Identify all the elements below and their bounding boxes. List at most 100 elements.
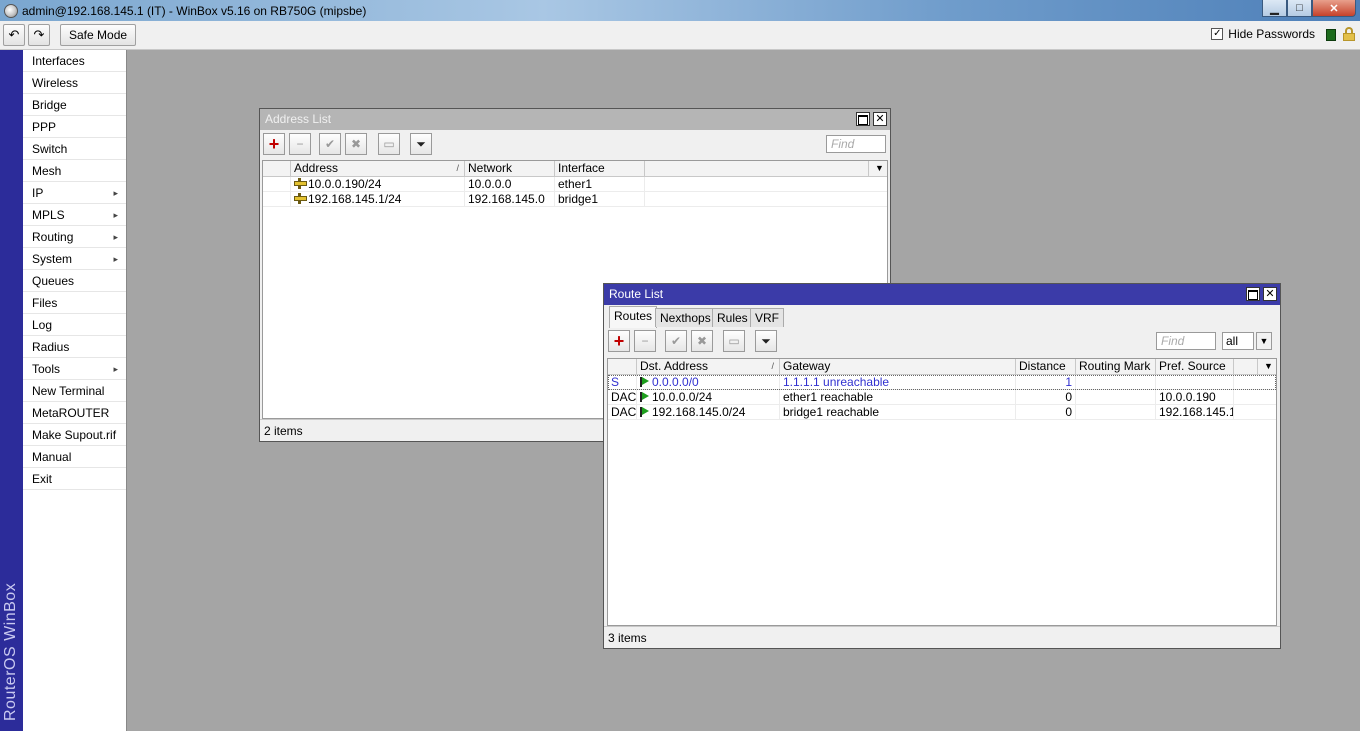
address-icon — [294, 193, 307, 204]
menu-item-radius[interactable]: Radius — [23, 336, 126, 358]
add-icon[interactable]: + — [608, 330, 630, 352]
menu-item-manual[interactable]: Manual — [23, 446, 126, 468]
column-gateway[interactable]: Gateway — [780, 359, 1016, 374]
side-menu: Interfaces Wireless Bridge PPP Switch Me… — [23, 50, 127, 731]
route-table: Dst. Address / Gateway Distance Routing M… — [607, 358, 1277, 626]
tab-rules[interactable]: Rules — [712, 308, 753, 327]
safe-mode-button[interactable]: Safe Mode — [60, 24, 137, 46]
menu-item-interfaces[interactable]: Interfaces — [23, 50, 126, 72]
submenu-arrow-icon: ▸ — [113, 254, 118, 264]
enable-icon[interactable]: ✔ — [665, 330, 687, 352]
menu-item-wireless[interactable]: Wireless — [23, 72, 126, 94]
main-toolbar: ↶ ↷ Safe Mode ✓ Hide Passwords — [0, 21, 1360, 50]
column-address[interactable]: Address / — [291, 161, 465, 176]
column-pref-source[interactable]: Pref. Source — [1156, 359, 1234, 374]
lock-icon — [1343, 27, 1355, 41]
column-interface[interactable]: Interface — [555, 161, 645, 176]
table-row[interactable]: 10.0.0.190/24 10.0.0.0 ether1 — [263, 177, 887, 192]
table-row[interactable]: 192.168.145.1/24 192.168.145.0 bridge1 — [263, 192, 887, 207]
hide-passwords-label: Hide Passwords — [1228, 27, 1315, 41]
status-bar: 3 items — [604, 626, 1280, 648]
remove-icon[interactable]: − — [289, 133, 311, 155]
table-row[interactable]: DAC 10.0.0.0/24 ether1 reachable 0 10.0.… — [608, 390, 1276, 405]
maximize-window-button[interactable] — [856, 112, 870, 126]
column-routing-mark[interactable]: Routing Mark — [1076, 359, 1156, 374]
table-header: Dst. Address / Gateway Distance Routing M… — [608, 359, 1276, 375]
winbox-app-icon — [4, 3, 18, 18]
column-dst-address[interactable]: Dst. Address / — [637, 359, 780, 374]
menu-item-queues[interactable]: Queues — [23, 270, 126, 292]
menu-item-files[interactable]: Files — [23, 292, 126, 314]
brand-bar: RouterOS WinBox — [0, 50, 23, 731]
undo-button[interactable]: ↶ — [3, 24, 25, 46]
menu-item-mpls[interactable]: MPLS ▸ — [23, 204, 126, 226]
window-controls: ▁ □ ✕ — [1262, 0, 1356, 17]
table-row[interactable]: S 0.0.0.0/0 1.1.1.1 unreachable 1 — [608, 375, 1276, 390]
maximize-window-button[interactable] — [1246, 287, 1260, 301]
comment-icon[interactable]: ▭ — [378, 133, 400, 155]
brand-label: RouterOS WinBox — [2, 582, 19, 721]
address-icon — [294, 178, 307, 189]
submenu-arrow-icon: ▸ — [113, 232, 118, 242]
address-list-title: Address List — [265, 112, 332, 126]
column-chooser-icon[interactable]: ▼ — [1258, 359, 1276, 374]
route-tabs: Routes Nexthops Rules VRF — [604, 305, 1280, 328]
maximize-button[interactable]: □ — [1287, 0, 1312, 17]
table-header: Address / Network Interface ▼ — [263, 161, 887, 177]
menu-item-ppp[interactable]: PPP — [23, 116, 126, 138]
filter-icon[interactable]: ⏷ — [755, 330, 777, 352]
submenu-arrow-icon: ▸ — [113, 188, 118, 198]
disable-icon[interactable]: ✖ — [691, 330, 713, 352]
tab-routes[interactable]: Routes — [609, 306, 658, 328]
submenu-arrow-icon: ▸ — [113, 210, 118, 220]
menu-item-switch[interactable]: Switch — [23, 138, 126, 160]
menu-item-ip[interactable]: IP ▸ — [23, 182, 126, 204]
route-flag-icon — [640, 407, 649, 417]
menu-item-routing[interactable]: Routing ▸ — [23, 226, 126, 248]
connection-status-icon — [1326, 29, 1336, 41]
enable-icon[interactable]: ✔ — [319, 133, 341, 155]
route-list-window: Route List ✕ Routes Nexthops Rules VRF +… — [603, 283, 1281, 649]
menu-item-system[interactable]: System ▸ — [23, 248, 126, 270]
hide-passwords-toggle[interactable]: ✓ Hide Passwords — [1211, 27, 1315, 41]
route-list-titlebar[interactable]: Route List ✕ — [604, 284, 1280, 305]
route-list-title: Route List — [609, 287, 664, 301]
tab-nexthops[interactable]: Nexthops — [655, 308, 716, 327]
menu-item-bridge[interactable]: Bridge — [23, 94, 126, 116]
disable-icon[interactable]: ✖ — [345, 133, 367, 155]
add-icon[interactable]: + — [263, 133, 285, 155]
route-flag-icon — [640, 392, 649, 402]
column-network[interactable]: Network — [465, 161, 555, 176]
title-bar: admin@192.168.145.1 (IT) - WinBox v5.16 … — [0, 0, 1360, 21]
minimize-button[interactable]: ▁ — [1262, 0, 1287, 17]
find-input[interactable]: Find — [1156, 332, 1216, 350]
close-button[interactable]: ✕ — [1312, 0, 1356, 17]
remove-icon[interactable]: − — [634, 330, 656, 352]
menu-item-make-supout[interactable]: Make Supout.rif — [23, 424, 126, 446]
column-distance[interactable]: Distance — [1016, 359, 1076, 374]
menu-item-new-terminal[interactable]: New Terminal — [23, 380, 126, 402]
address-list-toolbar: + − ✔ ✖ ▭ ⏷ Find — [260, 130, 890, 158]
menu-item-exit[interactable]: Exit — [23, 468, 126, 490]
menu-item-log[interactable]: Log — [23, 314, 126, 336]
submenu-arrow-icon: ▸ — [113, 364, 118, 374]
hide-passwords-checkbox[interactable]: ✓ — [1211, 28, 1224, 40]
filter-select[interactable]: all — [1222, 332, 1254, 350]
find-input[interactable]: Find — [826, 135, 886, 153]
column-chooser-icon[interactable]: ▼ — [869, 161, 887, 176]
table-row[interactable]: DAC 192.168.145.0/24 bridge1 reachable 0… — [608, 405, 1276, 420]
close-window-button[interactable]: ✕ — [1263, 287, 1277, 301]
comment-icon[interactable]: ▭ — [723, 330, 745, 352]
route-list-toolbar: + − ✔ ✖ ▭ ⏷ Find all ▼ — [604, 327, 1280, 355]
filter-dropdown-icon[interactable]: ▼ — [1256, 332, 1272, 350]
window-title: admin@192.168.145.1 (IT) - WinBox v5.16 … — [22, 3, 367, 18]
menu-item-tools[interactable]: Tools ▸ — [23, 358, 126, 380]
filter-icon[interactable]: ⏷ — [410, 133, 432, 155]
close-window-button[interactable]: ✕ — [873, 112, 887, 126]
redo-button[interactable]: ↷ — [28, 24, 50, 46]
menu-item-metarouter[interactable]: MetaROUTER — [23, 402, 126, 424]
tab-vrf[interactable]: VRF — [750, 308, 784, 327]
menu-item-mesh[interactable]: Mesh — [23, 160, 126, 182]
route-flag-icon — [640, 377, 649, 387]
address-list-titlebar[interactable]: Address List ✕ — [260, 109, 890, 130]
